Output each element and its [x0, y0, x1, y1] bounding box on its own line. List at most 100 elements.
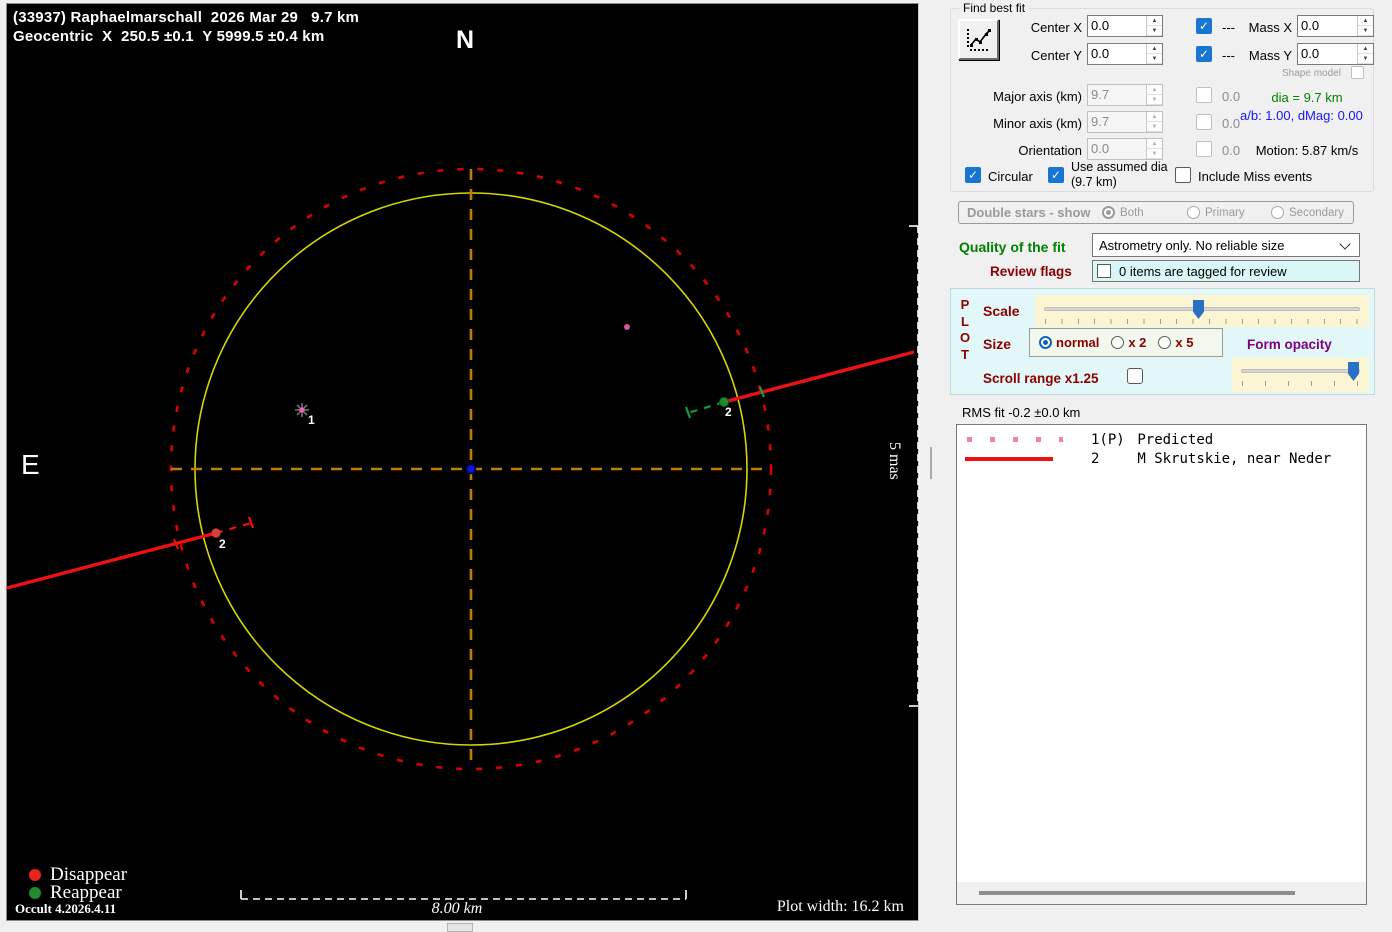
size-radio-group: normal x 2 x 5: [1029, 328, 1223, 357]
mass-x-input[interactable]: 0.0 ▲ ▼: [1297, 15, 1374, 37]
north-label: N: [456, 26, 475, 54]
motion-text: Motion: 5.87 km/s: [1255, 143, 1359, 158]
list-item-id: 2: [1091, 450, 1100, 467]
size-x5-label: x 5: [1175, 335, 1194, 350]
center-x-spin-up-icon[interactable]: ▲: [1147, 16, 1162, 26]
center-x-value[interactable]: 0.0: [1088, 16, 1146, 36]
major-axis-checkbox: [1196, 87, 1212, 103]
major-axis-value: 9.7: [1091, 87, 1110, 102]
plot-letter-o: O: [959, 330, 971, 345]
center-x-spin-down-icon[interactable]: ▼: [1147, 26, 1162, 36]
size-x2-radio[interactable]: [1111, 336, 1125, 349]
size-normal-label: normal: [1056, 335, 1100, 350]
form-opacity-ticks: [1242, 381, 1359, 386]
use-assumed-dia-checkbox[interactable]: ✓: [1048, 167, 1064, 183]
center-x-label: Center X: [1030, 20, 1082, 35]
list-horizontal-scrollbar[interactable]: [957, 882, 1366, 904]
size-x2-label: x 2: [1128, 335, 1147, 350]
mass-x-spin-down-icon[interactable]: ▼: [1358, 26, 1373, 36]
scrollbar-thumb[interactable]: [979, 891, 1295, 895]
scale-label: Scale: [983, 303, 1020, 319]
chevron-down-icon: [1339, 237, 1351, 250]
chord2-left-segment: [7, 531, 217, 590]
mass-y-spin-up-icon[interactable]: ▲: [1358, 44, 1373, 54]
ab-dmag-text: a/b: 1.00, dMag: 0.00: [1240, 108, 1363, 123]
reappear-dot-icon: [29, 887, 41, 899]
orientation-checkbox: [1196, 141, 1212, 157]
center-y-checkbox[interactable]: ✓: [1196, 46, 1212, 62]
center-y-input[interactable]: 0.0 ▲ ▼: [1087, 43, 1163, 65]
size-x5-radio[interactable]: [1158, 336, 1172, 349]
minor-axis-spin-up-icon: ▲: [1147, 112, 1162, 122]
double-stars-primary-radio: [1187, 206, 1200, 219]
list-item-name: Predicted: [1137, 431, 1214, 448]
size-normal-radio[interactable]: [1039, 336, 1052, 349]
center-x-checkbox[interactable]: ✓: [1196, 18, 1212, 34]
major-axis-aux: 0.0: [1222, 89, 1241, 104]
reappear-error-bar: [687, 400, 725, 415]
observations-legend-list[interactable]: 1(P) Predicted 2 M Skrutskie, near Neder: [956, 424, 1367, 905]
scroll-range-checkbox[interactable]: [1127, 368, 1143, 384]
disappear-error-bar: [215, 521, 252, 535]
review-flags-checkbox[interactable]: [1097, 264, 1111, 278]
shape-model-label: Shape model: [1282, 68, 1341, 79]
list-item[interactable]: 2 M Skrutskie, near Neder: [963, 449, 1366, 468]
mass-y-label: Mass Y: [1248, 48, 1292, 63]
scale-slider[interactable]: [1035, 295, 1369, 327]
circular-checkbox[interactable]: ✓: [965, 167, 981, 183]
mass-y-spinner[interactable]: ▲ ▼: [1357, 44, 1373, 64]
double-stars-group: Double stars - show Both Primary Seconda…: [958, 201, 1354, 224]
solid-red-line-icon: [965, 456, 1053, 461]
chord2-right-number: 2: [725, 405, 732, 419]
list-item-name: M Skrutskie, near Neder: [1137, 450, 1332, 467]
predicted-star-center: [299, 407, 305, 413]
mass-y-spin-down-icon[interactable]: ▼: [1358, 54, 1373, 64]
form-opacity-thumb[interactable]: [1348, 362, 1359, 381]
minor-axis-spinner: ▲ ▼: [1146, 112, 1162, 132]
mass-y-input[interactable]: 0.0 ▲ ▼: [1297, 43, 1374, 65]
east-label: E: [21, 449, 40, 480]
form-opacity-slider[interactable]: [1232, 358, 1369, 392]
title-line2: Geocentric X 250.5 ±0.1 Y 5999.5 ±0.4 km: [13, 28, 325, 45]
mas-scale-label: 5 mas: [886, 442, 903, 480]
orientation-label: Orientation: [1018, 143, 1082, 158]
minor-axis-value: 9.7: [1091, 114, 1110, 129]
mass-x-spinner[interactable]: ▲ ▼: [1357, 16, 1373, 36]
mass-x-spin-up-icon[interactable]: ▲: [1358, 16, 1373, 26]
plot-letter-l: L: [961, 313, 969, 329]
center-x-suffix: ---: [1222, 20, 1235, 35]
center-x-spinner[interactable]: ▲ ▼: [1146, 16, 1162, 36]
center-y-spin-up-icon[interactable]: ▲: [1147, 44, 1162, 54]
center-x-input[interactable]: 0.0 ▲ ▼: [1087, 15, 1163, 37]
rms-fit-text: RMS fit -0.2 ±0.0 km: [962, 405, 1081, 420]
plot-vertical-label: P L O T: [957, 297, 973, 363]
orientation-aux: 0.0: [1222, 143, 1241, 158]
plot-width-label: Plot width: 16.2 km: [776, 898, 904, 915]
list-item[interactable]: 1(P) Predicted: [963, 430, 1366, 449]
mass-y-value[interactable]: 0.0: [1298, 44, 1357, 64]
shape-model-checkbox[interactable]: [1351, 66, 1364, 79]
include-miss-label: Include Miss events: [1198, 169, 1313, 184]
review-flags-field: 0 items are tagged for review: [1092, 260, 1360, 282]
center-y-spinner[interactable]: ▲ ▼: [1146, 44, 1162, 64]
km-scale-label: 8.00 km: [431, 900, 483, 917]
form-opacity-groove: [1241, 369, 1360, 373]
bottom-resize-handle[interactable]: [447, 923, 473, 932]
scale-slider-thumb[interactable]: [1193, 300, 1204, 319]
double-stars-secondary-label: Secondary: [1289, 207, 1344, 219]
minor-axis-checkbox: [1196, 114, 1212, 130]
list-item-id: 1(P): [1091, 431, 1125, 448]
include-miss-checkbox[interactable]: [1175, 167, 1191, 183]
size-option-x2[interactable]: x 2: [1111, 335, 1146, 350]
find-best-fit-label: Find best fit: [959, 1, 1030, 15]
plot-title: (33937) Raphaelmarschall 2026 Mar 29 9.7…: [13, 8, 359, 46]
size-option-normal[interactable]: normal: [1039, 335, 1099, 350]
center-y-spin-down-icon[interactable]: ▼: [1147, 54, 1162, 64]
size-option-x5[interactable]: x 5: [1158, 335, 1194, 350]
orientation-value: 0.0: [1091, 141, 1110, 156]
circular-label: Circular: [988, 169, 1033, 184]
mass-x-value[interactable]: 0.0: [1298, 16, 1357, 36]
quality-of-fit-select[interactable]: Astrometry only. No reliable size: [1092, 233, 1360, 257]
panel-splitter[interactable]: [930, 447, 932, 479]
center-y-value[interactable]: 0.0: [1088, 44, 1146, 64]
